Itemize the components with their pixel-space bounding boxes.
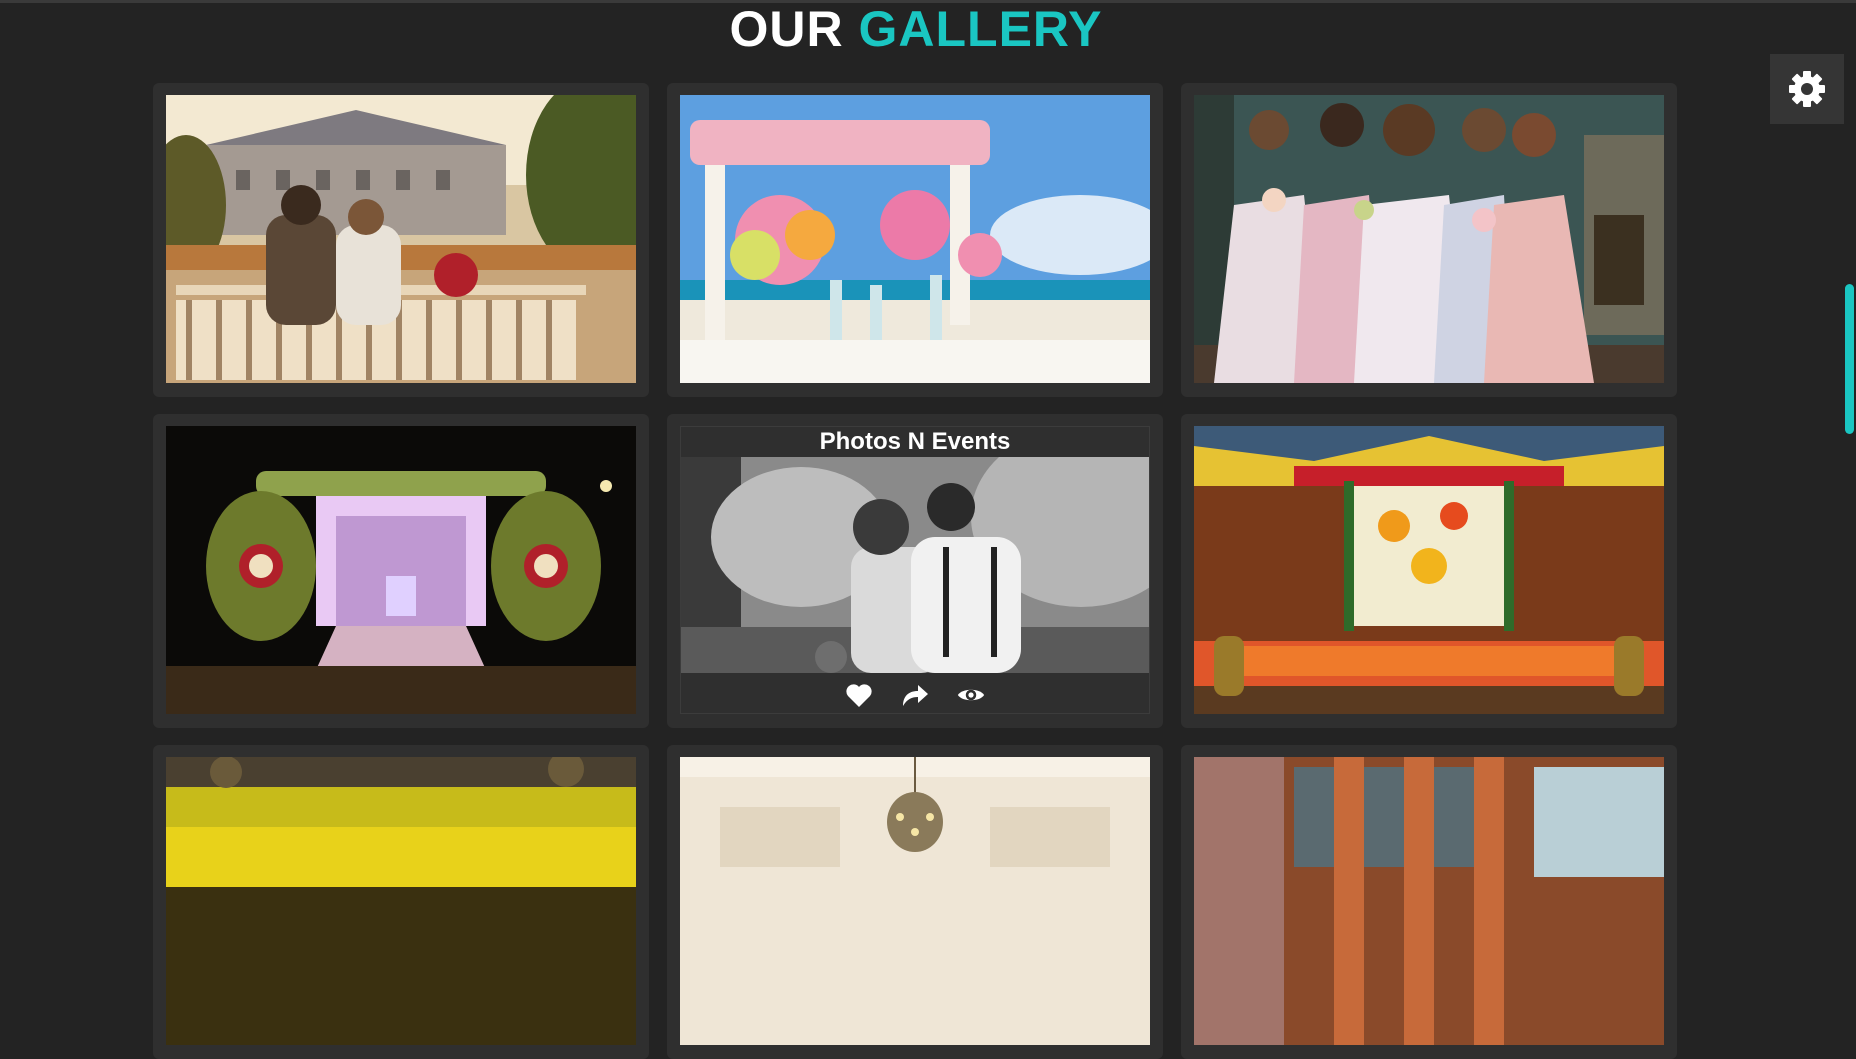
hover-overlay: Photos N Events bbox=[680, 426, 1150, 714]
eye-icon[interactable] bbox=[957, 681, 985, 709]
heart-icon[interactable] bbox=[845, 681, 873, 709]
bridesmaids-photo bbox=[1194, 95, 1664, 383]
chandelier-hall-photo bbox=[680, 757, 1150, 1045]
scrollbar-thumb[interactable] bbox=[1845, 284, 1854, 434]
banquet-hall-yellow-photo bbox=[166, 757, 636, 1045]
gear-icon bbox=[1789, 71, 1825, 107]
settings-button[interactable] bbox=[1770, 54, 1844, 124]
overlay-title: Photos N Events bbox=[819, 428, 1011, 455]
gallery-card-4[interactable] bbox=[153, 414, 649, 728]
gallery-card-8[interactable] bbox=[667, 745, 1163, 1059]
page-title: OUR GALLERY bbox=[0, 0, 1832, 58]
gallery-card-9[interactable] bbox=[1181, 745, 1677, 1059]
gallery-card-3[interactable] bbox=[1181, 83, 1677, 397]
share-icon[interactable] bbox=[901, 681, 929, 709]
couple-on-bench-photo bbox=[166, 95, 636, 383]
gallery-card-7[interactable] bbox=[153, 745, 649, 1059]
lit-flower-entrance-photo bbox=[166, 426, 636, 714]
gallery-card-5[interactable]: Photos N Events bbox=[667, 414, 1163, 728]
floral-stage-decor-photo bbox=[1194, 426, 1664, 714]
gallery-card-2[interactable] bbox=[667, 83, 1163, 397]
arched-windows-hall-photo bbox=[1194, 757, 1664, 1045]
overlay-actions bbox=[681, 675, 1149, 713]
gallery-card-1[interactable] bbox=[153, 83, 649, 397]
gallery-card-6[interactable] bbox=[1181, 414, 1677, 728]
beach-wedding-table-photo bbox=[680, 95, 1150, 383]
couple-black-white-photo bbox=[681, 457, 1149, 673]
title-word-our: OUR bbox=[729, 1, 844, 57]
title-word-gallery: GALLERY bbox=[858, 1, 1103, 57]
